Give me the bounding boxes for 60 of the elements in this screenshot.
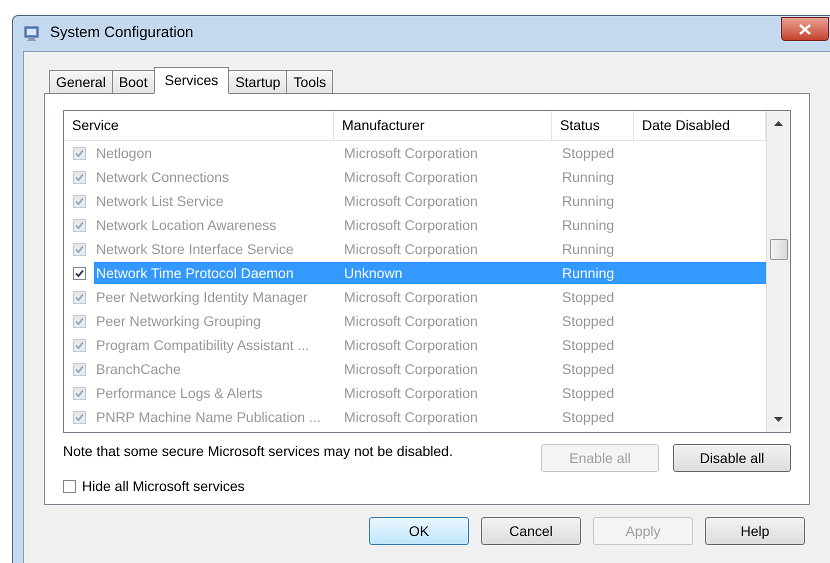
computer-icon <box>23 24 41 42</box>
tab[interactable]: Services <box>154 67 230 94</box>
table-cell-text: Microsoft Corporation <box>343 144 479 163</box>
table-cell-text: Stopped <box>561 288 616 307</box>
table-cell-text: Netlogon <box>95 144 154 163</box>
column-header[interactable]: Service <box>64 111 334 140</box>
ok-button[interactable]: OK <box>369 517 469 545</box>
table-cell-text: Unknown <box>343 264 404 282</box>
scroll-thumb[interactable] <box>770 239 788 260</box>
note-text: Note that some secure Microsoft services may not be disabled. <box>63 442 453 461</box>
table-cell-text: Network List Service <box>95 192 225 210</box>
table-cell-text: Peer Networking Grouping <box>95 312 262 331</box>
table-cell-text: Stopped <box>561 408 616 427</box>
checkbox[interactable] <box>63 480 76 493</box>
table-cell-text: Microsoft Corporation <box>343 288 479 307</box>
tab[interactable]: General <box>49 70 113 94</box>
table-cell-text: Stopped <box>561 384 616 403</box>
checkbox-label[interactable]: Hide all Microsoft services <box>82 476 245 497</box>
table-cell-text: Microsoft Corporation <box>343 240 479 259</box>
checkbox[interactable] <box>72 266 86 280</box>
table-cell-text: Running <box>561 168 616 187</box>
table-cell-text: Running <box>561 216 616 235</box>
table-cell-text: Microsoft Corporation <box>343 312 479 331</box>
table-cell-text: Peer Networking Identity Manager <box>95 288 309 307</box>
column-header[interactable]: Status <box>552 111 634 140</box>
table-cell-text: Microsoft Corporation <box>343 168 479 187</box>
window-title: System Configuration <box>50 23 194 44</box>
table-cell-text: PNRP Machine Name Publication ... <box>95 408 322 426</box>
table-cell-text: Stopped <box>561 144 616 163</box>
tab[interactable]: Tools <box>286 70 334 94</box>
table-cell-text: Running <box>561 192 616 211</box>
table-cell-text: Microsoft Corporation <box>343 216 479 235</box>
tab[interactable]: Boot <box>112 70 155 94</box>
column-header[interactable]: Manufacturer <box>334 111 552 140</box>
table-cell-text: Performance Logs & Alerts <box>95 384 264 403</box>
table-cell-text: Microsoft Corporation <box>343 408 479 427</box>
table-cell-text: Running <box>561 264 616 283</box>
table-cell-text: Microsoft Corporation <box>343 384 479 403</box>
table-cell-text: Running <box>561 240 616 259</box>
tab[interactable]: Startup <box>228 70 288 94</box>
table-cell-text: Microsoft Corporation <box>343 192 479 211</box>
scroll-up-icon <box>774 121 783 126</box>
table-cell-text: Stopped <box>561 312 616 331</box>
close-button[interactable] <box>781 17 829 41</box>
table-cell-text: Program Compatibility Assistant ... <box>95 336 310 355</box>
table-cell-text: Microsoft Corporation <box>343 336 479 355</box>
table-cell-text: BranchCache <box>95 360 182 378</box>
table-cell-text: Network Connections <box>95 168 230 186</box>
table-cell-text: Stopped <box>561 360 616 379</box>
close-icon <box>799 24 811 34</box>
table-cell-text: Network Location Awareness <box>95 216 278 234</box>
dialog-button[interactable]: Help <box>705 517 805 545</box>
scroll-down-icon <box>774 417 783 422</box>
table-cell-text: Network Store Interface Service <box>95 240 295 258</box>
scrollbar[interactable] <box>766 111 790 432</box>
table-cell-text: Stopped <box>561 336 616 355</box>
table-cell-text: Network Time Protocol Daemon <box>95 264 295 282</box>
table-cell-text: Microsoft Corporation <box>343 360 479 379</box>
dialog-button[interactable]: Cancel <box>481 517 581 545</box>
dialog-button[interactable]: Disable all <box>673 444 791 472</box>
